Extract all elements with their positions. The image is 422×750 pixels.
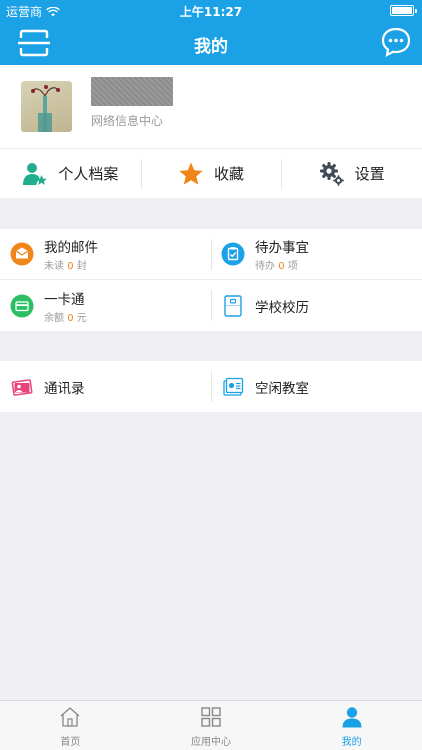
my-mail-label: 我的邮件 [44,240,98,256]
battery-icon [390,5,417,16]
school-calendar-item[interactable]: 学校校历 [211,280,422,331]
page-title: 我的 [194,37,228,57]
school-calendar-label: 学校校历 [255,299,309,316]
status-bar: 运营商 上午11:27 [0,0,422,20]
profile-actions: 个人档案 收藏 设置 [0,148,422,198]
settings-label: 设置 [354,165,385,183]
grid-icon [201,707,221,727]
profile-card[interactable]: 网络信息中心 [0,65,422,148]
favorites-button[interactable]: 收藏 [140,149,282,198]
avatar [21,81,72,132]
personal-profile-button[interactable]: 个人档案 [0,149,141,198]
tab-mine-label: 我的 [341,737,362,748]
navigation-bar: 我的 [0,20,422,65]
calendar-icon [224,294,242,317]
todo-count: 待办 0 项 [255,261,298,272]
todo-label: 待办事宜 [255,240,309,256]
home-icon [60,707,80,727]
campus-card-label: 一卡通 [44,291,85,308]
user-star-icon [23,162,48,185]
tab-app-center[interactable]: 应用中心 [141,701,282,750]
gear-icon [319,161,344,186]
todo-item[interactable]: 待办事宜 待办 0 项 [211,229,422,279]
message-icon[interactable] [380,26,412,58]
tools-card: 通讯录 空闲教室 [0,361,422,412]
user-organization: 网络信息中心 [91,114,164,128]
campus-card-balance: 余额 0 元 [44,312,87,324]
tab-bar: 首页 应用中心 我的 [0,700,422,750]
status-time: 上午11:27 [179,5,243,19]
tab-home-label: 首页 [60,737,81,748]
contacts-item[interactable]: 通讯录 [0,361,211,412]
services-row: 一卡通 余额 0 元 学校校历 [0,280,422,331]
clipboard-icon [221,242,245,266]
free-classroom-label: 空闲教室 [255,380,309,397]
contacts-label: 通讯录 [44,380,85,397]
favorites-label: 收藏 [214,165,245,183]
tools-row: 通讯录 空闲教室 [0,361,422,412]
person-icon [342,707,362,728]
mail-icon [10,242,34,266]
my-mail-item[interactable]: 我的邮件 未读 0 封 [0,229,211,279]
tab-home[interactable]: 首页 [0,701,141,750]
card-icon [10,294,34,317]
campus-card-item[interactable]: 一卡通 余额 0 元 [0,280,211,331]
services-card: 我的邮件 未读 0 封 待办事宜 待办 0 项 一卡通 余额 0 元 学校校历 [0,229,422,331]
unread-mail-count: 未读 0 封 [44,261,87,272]
services-row: 我的邮件 未读 0 封 待办事宜 待办 0 项 [0,229,422,280]
free-classroom-item[interactable]: 空闲教室 [211,361,422,412]
classroom-icon [223,377,244,396]
star-icon [179,162,203,185]
avatar-image-icon [31,85,60,132]
settings-button[interactable]: 设置 [281,149,422,198]
tab-app-center-label: 应用中心 [191,737,231,748]
tab-mine[interactable]: 我的 [281,701,422,750]
contacts-icon [11,378,33,396]
personal-profile-label: 个人档案 [58,165,119,183]
user-name-redacted [91,77,173,106]
